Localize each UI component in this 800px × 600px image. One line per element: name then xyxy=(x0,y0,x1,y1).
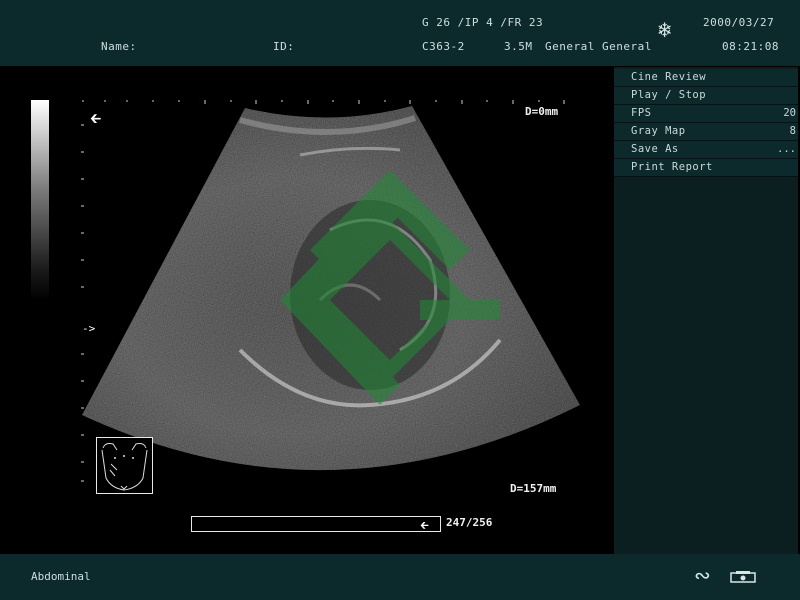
menu-item-save-as[interactable]: Save As ... xyxy=(614,141,798,159)
menu-item-play-stop[interactable]: Play / Stop xyxy=(614,87,798,105)
cine-frame-count: 247/256 xyxy=(446,516,493,529)
cine-menu: Cine Review Play / Stop FPS 20 Gray Map … xyxy=(614,67,798,554)
wave-icon: ∾ xyxy=(694,563,711,587)
menu-item-print-report[interactable]: Print Report xyxy=(614,159,798,177)
menu-item-gray-map[interactable]: Gray Map 8 xyxy=(614,123,798,141)
menu-item-fps[interactable]: FPS 20 xyxy=(614,105,798,123)
bottom-bar xyxy=(0,554,800,600)
body-mark[interactable] xyxy=(96,437,153,494)
cine-back-arrow-icon[interactable]: 🡰 xyxy=(420,517,429,536)
cine-progress-bar[interactable] xyxy=(191,516,441,532)
printer-icon[interactable] xyxy=(730,570,756,584)
depth-top-label: D=0mm xyxy=(525,105,559,118)
exam-preset-label: Abdominal xyxy=(31,570,91,583)
depth-bottom-label: D=157mm xyxy=(510,482,557,495)
menu-item-cine-review[interactable]: Cine Review xyxy=(614,69,798,87)
body-mark-icon xyxy=(101,443,148,491)
